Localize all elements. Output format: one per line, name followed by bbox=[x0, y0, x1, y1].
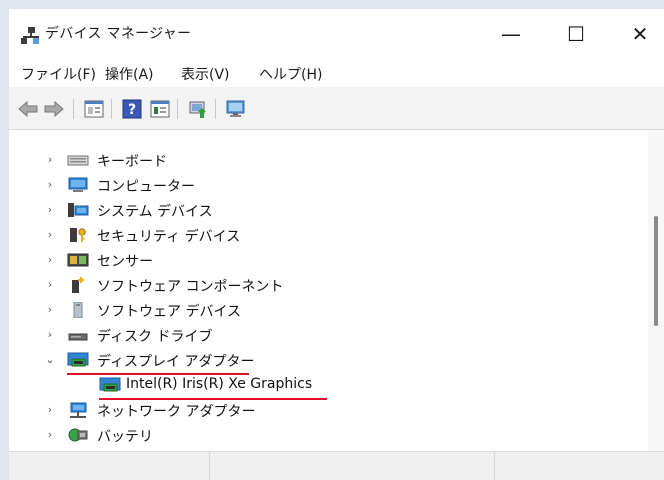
maximize-button[interactable]: ☐ bbox=[552, 9, 600, 59]
tree-item-intel-iris-xe-graphics[interactable]: Intel(R) Iris(R) Xe Graphics bbox=[9, 373, 648, 397]
forward-button[interactable] bbox=[43, 99, 65, 119]
sensor-icon bbox=[67, 253, 89, 267]
chevron-right-icon[interactable]: › bbox=[44, 427, 56, 441]
menu-help[interactable]: ヘルプ(H) bbox=[259, 64, 322, 84]
chevron-right-icon[interactable]: › bbox=[44, 402, 56, 416]
tree-item-security-devices[interactable]: › セキュリティ デバイス bbox=[9, 223, 648, 247]
tree-item-label: コンピューター bbox=[97, 179, 195, 195]
tree-item-label: セキュリティ デバイス bbox=[97, 229, 241, 245]
computer-icon bbox=[68, 177, 88, 192]
svg-text:?: ? bbox=[128, 102, 136, 118]
toolbar-separator bbox=[215, 99, 216, 119]
software-device-icon bbox=[73, 302, 83, 318]
tree-item-software-components[interactable]: › ソフトウェア コンポーネント bbox=[9, 273, 648, 297]
status-bar bbox=[9, 451, 664, 480]
chevron-right-icon[interactable]: › bbox=[44, 277, 56, 291]
properties-button[interactable] bbox=[83, 99, 105, 119]
tree-item-computer[interactable]: › コンピューター bbox=[9, 173, 648, 197]
tree-item-label: センサー bbox=[97, 254, 153, 270]
properties-icon bbox=[84, 100, 104, 118]
tree-item-system-devices[interactable]: › システム デバイス bbox=[9, 198, 648, 222]
network-adapter-icon bbox=[70, 402, 87, 418]
window-title: デバイス マネージャー bbox=[45, 26, 192, 42]
chevron-right-icon[interactable]: › bbox=[44, 302, 56, 316]
display-adapter-icon bbox=[99, 377, 121, 392]
security-device-icon bbox=[70, 228, 86, 242]
status-cell bbox=[9, 452, 210, 480]
view-button[interactable] bbox=[149, 99, 171, 119]
tree-item-label: システム デバイス bbox=[97, 204, 213, 220]
help-button[interactable]: ? bbox=[121, 99, 143, 119]
tree-item-label: ソフトウェア コンポーネント bbox=[97, 279, 284, 295]
system-device-icon bbox=[68, 203, 89, 217]
chevron-down-icon[interactable]: ⌄ bbox=[44, 352, 56, 366]
back-arrow-icon bbox=[18, 101, 38, 117]
back-button[interactable] bbox=[17, 99, 39, 119]
tree-item-battery[interactable]: › バッテリ bbox=[9, 423, 648, 447]
update-driver-button[interactable] bbox=[187, 99, 209, 119]
chevron-right-icon[interactable]: › bbox=[44, 252, 56, 266]
disk-drive-icon bbox=[68, 333, 88, 341]
chevron-right-icon[interactable]: › bbox=[44, 327, 56, 341]
tree-item-label: バッテリ bbox=[97, 429, 153, 445]
battery-icon bbox=[68, 428, 88, 442]
chevron-right-icon[interactable]: › bbox=[44, 177, 56, 191]
update-driver-icon bbox=[189, 101, 206, 118]
minimize-button[interactable]: — bbox=[487, 9, 535, 59]
menu-file[interactable]: ファイル(F) bbox=[21, 64, 96, 84]
tree-item-label: ネットワーク アダプター bbox=[97, 404, 256, 420]
tree-item-network-adapters[interactable]: › ネットワーク アダプター bbox=[9, 398, 648, 422]
tree-item-label: ディスク ドライブ bbox=[97, 329, 213, 345]
tree-item-sensors[interactable]: › センサー bbox=[9, 248, 648, 272]
tree-item-software-devices[interactable]: › ソフトウェア デバイス bbox=[9, 298, 648, 322]
toolbar-separator bbox=[73, 99, 74, 119]
tree-item-label: Intel(R) Iris(R) Xe Graphics bbox=[126, 376, 313, 392]
toolbar-separator bbox=[177, 99, 178, 119]
chevron-right-icon[interactable]: › bbox=[44, 227, 56, 241]
tree-item-label: キーボード bbox=[97, 154, 167, 170]
keyboard-icon bbox=[67, 155, 89, 166]
help-icon: ? bbox=[122, 99, 142, 119]
status-cell bbox=[209, 452, 495, 480]
vertical-scrollbar[interactable] bbox=[648, 130, 664, 451]
scan-hardware-icon bbox=[226, 100, 245, 117]
display-adapter-icon bbox=[67, 352, 89, 367]
menu-view[interactable]: 表示(V) bbox=[181, 64, 230, 84]
forward-arrow-icon bbox=[44, 101, 64, 117]
tree-item-label: ソフトウェア デバイス bbox=[97, 304, 242, 320]
tree-item-display-adapters[interactable]: ⌄ ディスプレイ アダプター bbox=[9, 348, 648, 372]
title-bar[interactable]: デバイス マネージャー — ☐ ✕ bbox=[9, 9, 664, 59]
tree-item-keyboard[interactable]: › キーボード bbox=[9, 148, 648, 172]
software-component-icon bbox=[72, 277, 84, 293]
device-tree: › キーボード › コンピューター › システム デバイス › セキュリティ デ… bbox=[9, 130, 648, 451]
tree-item-disk-drives[interactable]: › ディスク ドライブ bbox=[9, 323, 648, 347]
close-button[interactable]: ✕ bbox=[616, 9, 664, 59]
view-icon bbox=[150, 100, 170, 118]
menu-bar: ファイル(F) 操作(A) 表示(V) ヘルプ(H) bbox=[9, 59, 664, 87]
menu-action[interactable]: 操作(A) bbox=[105, 64, 154, 84]
device-manager-app-icon bbox=[21, 27, 39, 44]
device-manager-window: デバイス マネージャー — ☐ ✕ ファイル(F) 操作(A) 表示(V) ヘル… bbox=[9, 9, 664, 480]
chevron-right-icon[interactable]: › bbox=[44, 152, 56, 166]
tree-item-label: ディスプレイ アダプター bbox=[97, 354, 255, 370]
chevron-right-icon[interactable]: › bbox=[44, 202, 56, 216]
toolbar-separator bbox=[111, 99, 112, 119]
toolbar: ? bbox=[9, 89, 664, 130]
scrollbar-thumb[interactable] bbox=[654, 216, 658, 326]
scan-hardware-button[interactable] bbox=[225, 99, 247, 119]
